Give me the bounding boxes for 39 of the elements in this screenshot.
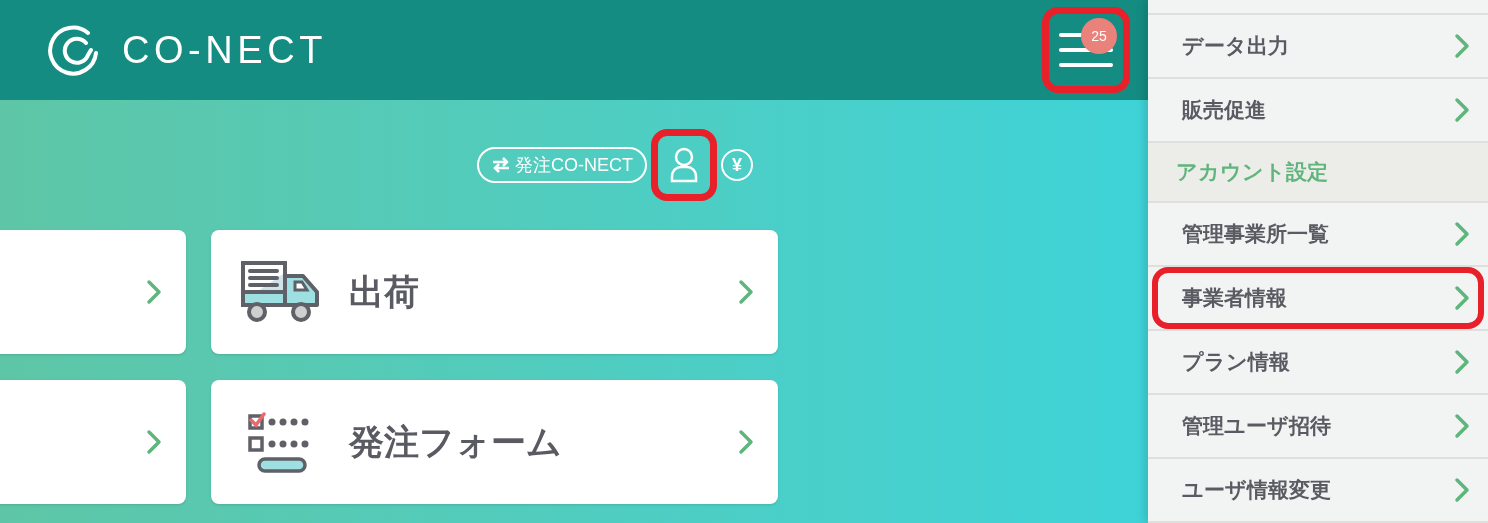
- sidebar-link[interactable]: プラン情報: [1152, 331, 1484, 393]
- notification-badge: 25: [1081, 18, 1117, 54]
- logo-text: CO-NECT: [122, 27, 328, 73]
- chevron-right-icon: [738, 429, 754, 455]
- user-icon: [669, 147, 699, 183]
- link-label: 販売促進: [1182, 97, 1266, 124]
- truck-icon: [239, 260, 321, 324]
- sidebar-link[interactable]: 管理ユーザ招待: [1152, 395, 1484, 457]
- menu-card[interactable]: 出荷: [211, 230, 778, 354]
- sidebar-link[interactable]: データ出力: [1152, 14, 1484, 77]
- sidebar-link[interactable]: ユーザ情報変更: [1152, 459, 1484, 521]
- chevron-right-icon: [1454, 96, 1470, 123]
- link-label: プラン情報: [1182, 349, 1290, 376]
- card-title: 出荷: [349, 270, 419, 313]
- menu-card[interactable]: [0, 230, 186, 354]
- link-label: ユーザ情報変更: [1182, 477, 1331, 504]
- menu-card[interactable]: 発注フォーム: [211, 380, 778, 504]
- section-header: アカウント設定: [1148, 142, 1488, 203]
- sidebar-link[interactable]: 販売促進: [1152, 78, 1484, 141]
- account-button[interactable]: [651, 129, 717, 201]
- sidebar-link[interactable]: 管理事業所一覧: [1152, 203, 1484, 265]
- chevron-right-icon: [1454, 413, 1470, 439]
- sidebar-link[interactable]: 事業者情報: [1152, 267, 1484, 329]
- chevron-right-icon: [1454, 349, 1470, 375]
- swap-arrows-icon: [491, 157, 511, 173]
- card-title: 発注フォーム: [349, 420, 562, 463]
- menu-card[interactable]: [0, 380, 186, 504]
- link-label: 事業者情報: [1182, 285, 1287, 312]
- chevron-right-icon: [738, 279, 754, 305]
- chevron-right-icon: [1454, 32, 1470, 59]
- switch-label: 発注CO-NECT: [515, 153, 633, 177]
- chevron-right-icon: [1454, 285, 1470, 311]
- chevron-right-icon: [1454, 477, 1470, 503]
- chevron-right-icon: [146, 429, 162, 455]
- link-label: データ出力: [1182, 33, 1289, 60]
- link-label: 管理ユーザ招待: [1182, 413, 1331, 440]
- chevron-right-icon: [146, 279, 162, 305]
- chevron-right-icon: [1454, 221, 1470, 247]
- link-label: 管理事業所一覧: [1182, 221, 1329, 248]
